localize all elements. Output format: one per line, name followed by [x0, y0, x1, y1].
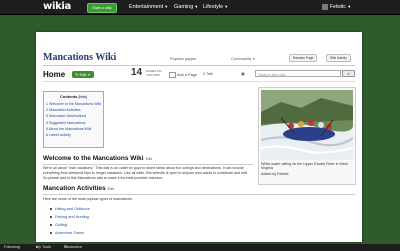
add-page-button[interactable]: Add a Page: [169, 72, 197, 78]
page-count-label: PAGES ON THIS WIKI: [146, 69, 162, 77]
nav-community[interactable]: Community ▼: [231, 56, 255, 61]
hub-label: Entertainment: [129, 4, 164, 10]
toc-heading: Contents: [59, 94, 78, 99]
nav-popular-pages[interactable]: Popular pages: [170, 56, 196, 61]
page-count: 14: [131, 67, 143, 78]
user-menu[interactable]: Fetwitc ▼: [322, 2, 351, 12]
wikia-logo[interactable]: wikia: [43, 1, 71, 12]
list-item[interactable]: Golfing: [50, 221, 90, 229]
search-icon: ⌕: [347, 71, 350, 76]
chevron-down-icon: ▼: [224, 4, 229, 9]
divider: [43, 81, 355, 82]
activities-intro: Here are some of the most popular types …: [43, 197, 133, 201]
talk-button[interactable]: 0 Talk: [203, 72, 213, 76]
avatar: [322, 3, 328, 10]
welcome-heading: Welcome to the Mancations Wiki Edit: [43, 155, 152, 162]
start-wiki-button[interactable]: Start a wiki: [87, 3, 117, 13]
pencil-icon: ✎: [75, 72, 79, 77]
page-title: Home: [43, 70, 66, 79]
username: Fetwitc: [330, 4, 346, 10]
chevron-down-icon: ▼: [87, 73, 91, 77]
activities-list: Hiking and Outdoors Fishing and Hunting …: [50, 205, 90, 237]
divider: [43, 65, 355, 66]
talk-label: Talk: [206, 72, 213, 76]
search-input[interactable]: Search this wiki: [255, 70, 341, 77]
heading-text: Mancation Activities: [43, 185, 106, 192]
random-page-button[interactable]: Random Page: [289, 54, 318, 62]
chevron-down-icon: ▼: [194, 4, 199, 9]
toc-hide-link[interactable]: [hide]: [78, 95, 87, 99]
photo-thumbnail[interactable]: White-water rafting on the Upper Gauley …: [258, 87, 356, 185]
wiki-page: Mancations Wiki Popular pages Community …: [36, 32, 362, 242]
add-page-icon: [169, 72, 176, 78]
wikia-toolbar: Following ▸ My Tools ⚙ Customize: [0, 244, 400, 251]
hub-label: Lifestyle: [203, 4, 224, 10]
customize-label: Customize: [64, 245, 82, 249]
hub-lifestyle[interactable]: Lifestyle▼: [203, 2, 228, 12]
hub-label: Gaming: [174, 4, 194, 10]
wiki-title[interactable]: Mancations Wiki: [43, 52, 116, 63]
edit-button[interactable]: ✎ Edit ▼: [72, 71, 94, 78]
photo-attribution[interactable]: Added by Fetwitc: [261, 172, 353, 176]
talk-count: 0: [203, 72, 206, 76]
chevron-down-icon: ▼: [252, 57, 256, 61]
table-of-contents: Contents [hide] 1 Welcome to the Mancati…: [43, 91, 104, 148]
divider: [43, 194, 355, 195]
wiki-activity-button[interactable]: Wiki Activity: [326, 54, 351, 62]
section-edit-link[interactable]: Edit: [146, 157, 152, 161]
welcome-paragraph: We're all about "man vacations." This wi…: [43, 166, 248, 181]
list-item[interactable]: Fishing and Hunting: [50, 213, 90, 221]
nav-label: Community: [231, 56, 252, 61]
search-button[interactable]: ⌕: [342, 70, 355, 77]
following-link[interactable]: Following: [4, 244, 20, 251]
toc-item[interactable]: 6 Latest activity: [46, 132, 103, 138]
chevron-down-icon: ▼: [347, 4, 352, 9]
hub-entertainment[interactable]: Entertainment▼: [129, 2, 168, 12]
global-nav: wikia Start a wiki Entertainment▼ Gaming…: [0, 0, 400, 15]
rafting-photo: [261, 90, 353, 160]
heading-text: Welcome to the Mancations Wiki: [43, 155, 144, 162]
hub-gaming[interactable]: Gaming▼: [174, 2, 198, 12]
add-page-label: Add a Page: [177, 73, 197, 77]
chevron-down-icon: ▼: [164, 4, 169, 9]
list-item[interactable]: Hiking and Outdoors: [50, 205, 90, 213]
photo-caption: White-water rafting on the Upper Gauley …: [261, 162, 348, 171]
add-photo-icon[interactable]: ▣: [241, 71, 245, 76]
divider: [43, 164, 253, 165]
list-item[interactable]: Adventure Travel: [50, 229, 90, 237]
my-tools-label: My Tools: [36, 245, 51, 249]
activities-heading: Mancation Activities Edit: [43, 185, 114, 192]
edit-label: Edit: [79, 72, 87, 77]
toc-title: Contents [hide]: [44, 94, 103, 99]
section-edit-link[interactable]: Edit: [108, 187, 114, 191]
